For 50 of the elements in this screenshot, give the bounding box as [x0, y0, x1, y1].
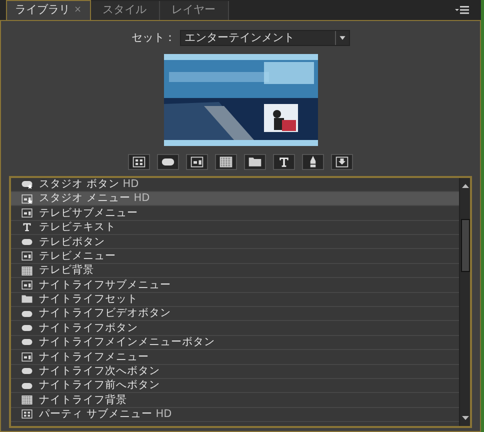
menu-icon [21, 350, 33, 363]
tab[interactable]: ライブラリ × [6, 0, 91, 20]
set-label: セット： [132, 30, 176, 46]
toolbar-button[interactable] [215, 154, 237, 170]
scroll-thumb[interactable] [460, 218, 470, 272]
toolbar-button[interactable] [186, 154, 208, 170]
tray-icon [335, 154, 349, 168]
grid-icon [132, 154, 146, 168]
list-item[interactable]: ナイトライフボタン [11, 321, 459, 336]
list-item[interactable]: ナイトライフセット [11, 292, 459, 308]
toolbar-button[interactable] [273, 154, 295, 170]
list-item[interactable]: ナイトライフ背景 [11, 393, 459, 408]
list-item[interactable]: テレビサブメニュー [11, 206, 459, 221]
list-item[interactable]: ナイトライフメニュー [11, 350, 459, 365]
set-dropdown[interactable]: エンターテインメント [180, 30, 350, 46]
toolbar-button[interactable] [244, 154, 266, 170]
tab[interactable]: スタイル [90, 1, 160, 20]
pattern-icon [21, 394, 33, 406]
list-item[interactable]: テレビ背景 [11, 264, 459, 278]
tab[interactable]: レイヤー [160, 1, 229, 20]
menu-icon [21, 250, 33, 262]
folder-icon [248, 154, 262, 168]
pattern-icon [21, 264, 33, 277]
folder-icon [21, 293, 33, 306]
list-item[interactable]: ナイトライフメインメニューボタン [11, 336, 459, 350]
list-item[interactable]: テレビボタン [11, 235, 459, 250]
menu-icon [190, 154, 204, 168]
scroll-down-icon[interactable] [460, 413, 470, 422]
scroll-up-icon[interactable] [460, 182, 470, 190]
pattern-icon [219, 154, 233, 168]
toolbar-button[interactable] [128, 154, 150, 170]
list-item[interactable]: テレビテキスト [11, 220, 459, 236]
menu-icon [21, 278, 33, 291]
toolbar-button[interactable] [157, 154, 179, 170]
list-item[interactable]: スタジオ ボタン HD [11, 178, 459, 192]
letter-icon [277, 154, 291, 168]
list-item[interactable]: ナイトライフ次へボタン [11, 364, 459, 379]
letter-icon [21, 221, 33, 234]
toolbar-button[interactable] [302, 154, 324, 170]
list-item[interactable]: ナイトライフ前へボタン [11, 378, 459, 394]
list-item[interactable]: パーティ サブメニュー HD [11, 408, 459, 422]
menu-icon [21, 206, 33, 219]
toolbar-button[interactable] [331, 154, 353, 170]
grid-icon [21, 408, 33, 420]
list-item[interactable]: スタジオ メニュー HD [11, 192, 459, 206]
panel-menu-icon[interactable] [455, 5, 469, 15]
list-item[interactable]: ナイトライフサブメニュー [11, 278, 459, 293]
list-item[interactable]: ナイトライフビデオボタン [11, 307, 459, 322]
scrollbar[interactable] [459, 178, 470, 426]
list-item[interactable]: テレビメニュー [11, 249, 459, 264]
